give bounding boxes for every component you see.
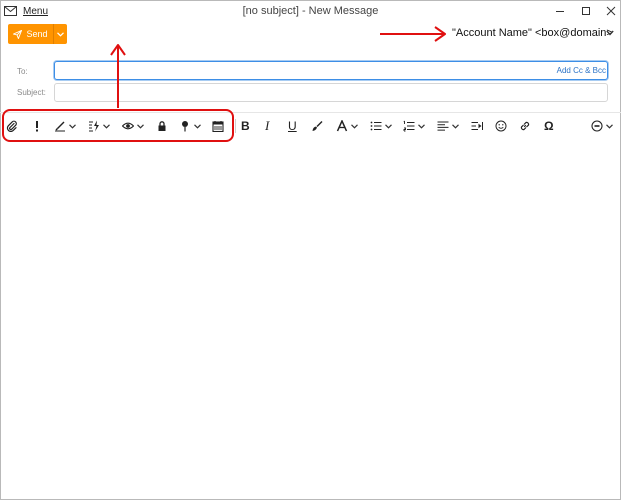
format-lightning-icon: [89, 120, 99, 132]
lock-icon: [158, 121, 166, 131]
priority-button[interactable]: [31, 114, 43, 138]
link-button[interactable]: [519, 114, 531, 138]
format-button[interactable]: [88, 114, 110, 138]
font-color-button[interactable]: [336, 114, 358, 138]
format-toolbar: B I U Ω: [0, 114, 621, 138]
signature-button[interactable]: [54, 114, 76, 138]
more-options-button[interactable]: [591, 114, 613, 138]
chevron-down-icon: [57, 31, 64, 37]
toolbar-separator: [235, 119, 236, 133]
chevron-down-icon: [606, 123, 613, 129]
encryption-button[interactable]: [156, 114, 168, 138]
numbered-list-button[interactable]: [403, 114, 425, 138]
send-label: Send: [26, 29, 48, 39]
underline-label: U: [288, 119, 297, 133]
chevron-down-icon: [69, 123, 76, 129]
emoji-icon: [495, 120, 507, 132]
close-button[interactable]: [598, 2, 621, 20]
underline-button[interactable]: U: [288, 114, 297, 138]
chevron-down-icon: [452, 123, 459, 129]
bold-button[interactable]: B: [241, 114, 250, 138]
numbered-list-icon: [403, 120, 415, 132]
indent-icon: [471, 122, 483, 130]
chevron-down-icon: [137, 123, 144, 129]
italic-button[interactable]: I: [265, 114, 269, 138]
minimize-icon: [556, 11, 564, 12]
subject-label: Subject:: [17, 88, 46, 97]
attach-button[interactable]: [6, 114, 18, 138]
send-options-dropdown[interactable]: [53, 24, 67, 44]
highlight-button[interactable]: [311, 114, 323, 138]
bold-label: B: [241, 119, 250, 133]
to-field[interactable]: Add Cc & Bcc: [54, 61, 608, 80]
brush-icon: [312, 121, 323, 131]
chevron-down-icon[interactable]: [606, 30, 614, 36]
align-icon: [437, 121, 449, 131]
maximize-button[interactable]: [573, 2, 599, 20]
calendar-button[interactable]: [212, 114, 224, 138]
link-icon: [520, 121, 530, 131]
bullet-list-icon: [370, 121, 382, 131]
chevron-down-icon: [194, 123, 201, 129]
italic-label: I: [265, 118, 270, 133]
omega-label: Ω: [544, 119, 554, 133]
pushpin-icon: [182, 121, 188, 132]
signature-pen-icon: [55, 121, 65, 132]
maximize-icon: [582, 7, 590, 15]
chevron-down-icon: [385, 123, 392, 129]
to-label: To:: [17, 67, 28, 76]
window-title: [no subject] - New Message: [242, 5, 379, 17]
font-color-icon: [336, 120, 348, 132]
chevron-down-icon: [418, 123, 425, 129]
priority-icon: [36, 121, 38, 132]
add-cc-bcc-link[interactable]: Add Cc & Bcc: [557, 66, 606, 75]
emoji-button[interactable]: [495, 114, 507, 138]
more-icon: [591, 120, 603, 132]
indent-button[interactable]: [471, 114, 483, 138]
eye-icon: [122, 122, 134, 130]
paper-plane-icon: [13, 29, 23, 39]
bullet-list-button[interactable]: [370, 114, 392, 138]
chevron-down-icon: [351, 123, 358, 129]
title-bar: Menu [no subject] - New Message: [0, 0, 621, 22]
return-receipt-button[interactable]: [122, 114, 144, 138]
pin-button[interactable]: [179, 114, 201, 138]
send-button[interactable]: Send: [8, 24, 53, 44]
message-body-editor[interactable]: [1, 139, 620, 499]
send-button-group: Send: [8, 24, 67, 44]
toolbar-divider: [0, 112, 621, 113]
from-account[interactable]: "Account Name" <box@domain>: [452, 27, 613, 39]
close-icon: [606, 6, 616, 16]
align-button[interactable]: [437, 114, 459, 138]
paperclip-icon: [6, 120, 17, 132]
calendar-icon: [212, 121, 224, 132]
special-character-button[interactable]: Ω: [544, 114, 554, 138]
chevron-down-icon: [103, 123, 110, 129]
subject-field[interactable]: [54, 83, 608, 102]
minimize-button[interactable]: [547, 2, 573, 20]
